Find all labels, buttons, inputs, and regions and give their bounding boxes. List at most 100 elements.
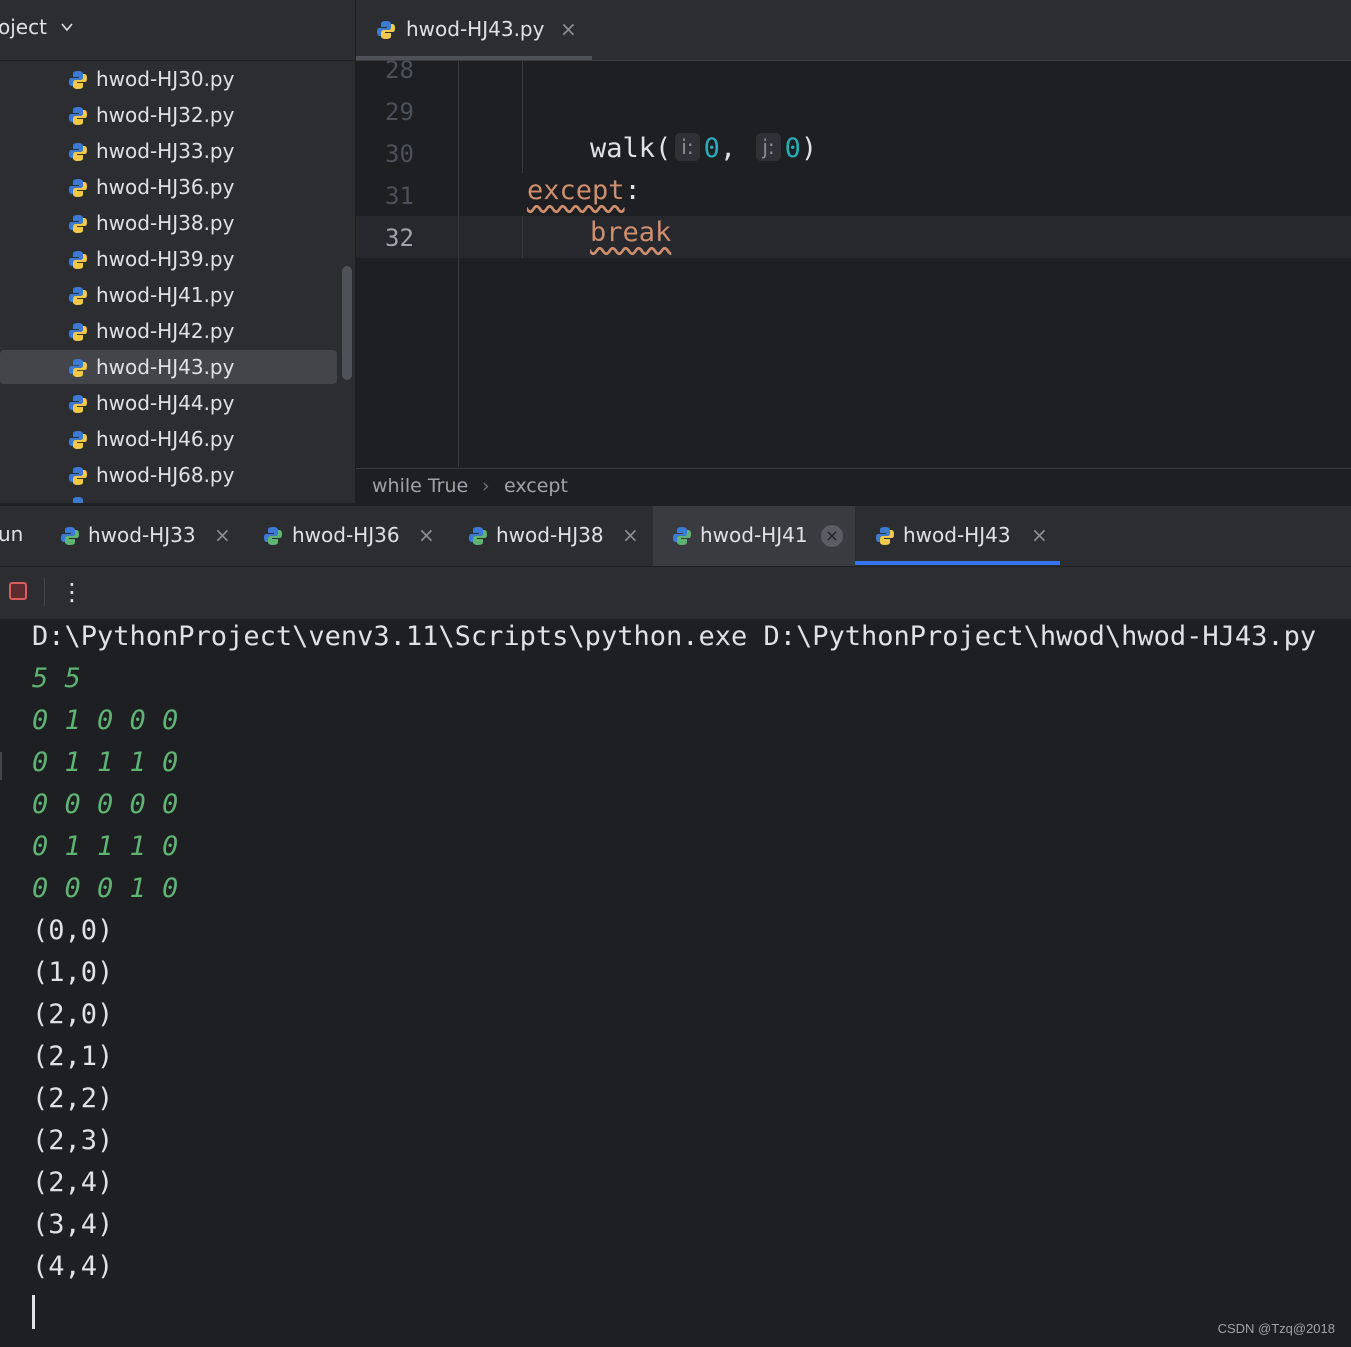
console-input-line: 5 5 xyxy=(32,663,81,694)
code-token: 0 xyxy=(703,133,720,164)
file-label: hwod-HJ36.py xyxy=(96,175,235,199)
file-label: hwod-HJ33.py xyxy=(96,139,235,163)
run-window-title: un xyxy=(0,522,24,546)
console-output-line: (1,0) xyxy=(32,957,114,988)
tree-item[interactable]: hwod-HJ32.py xyxy=(0,98,337,132)
tree-item[interactable]: hwod-HJ44.py xyxy=(0,386,337,420)
tree-item[interactable]: hwod-HJ68.py xyxy=(0,458,337,492)
tree-item[interactable]: hwod-HJ33.py xyxy=(0,134,337,168)
python-file-icon xyxy=(69,359,87,377)
file-label: hwod-HJ42.py xyxy=(96,319,235,343)
breadcrumb-separator: › xyxy=(482,475,490,497)
code-token: 0 xyxy=(784,133,801,164)
run-tab-hwod-hj41[interactable]: hwod-HJ41 × xyxy=(653,506,855,566)
file-label: hwod-HJ30.py xyxy=(96,67,235,91)
breadcrumb: while True › except xyxy=(356,468,1351,505)
keyword-token: except xyxy=(527,175,625,206)
editor-tab-bar: hwod-HJ43.py × xyxy=(356,0,1351,61)
tree-item[interactable]: hwod-HJ30.py xyxy=(0,62,337,96)
run-tab-label: hwod-HJ38 xyxy=(496,523,604,547)
code-line-except: except: xyxy=(527,175,641,206)
console-output-line: (3,4) xyxy=(32,1209,114,1240)
text-caret xyxy=(32,1295,35,1329)
run-tab-label: hwod-HJ36 xyxy=(292,523,400,547)
run-tab-hwod-hj43[interactable]: hwod-HJ43 × xyxy=(855,506,1060,566)
console-output-line: (2,0) xyxy=(32,999,114,1030)
current-line-highlight xyxy=(356,216,1351,258)
line-number-current: 32 xyxy=(385,224,414,252)
console-output[interactable] xyxy=(0,619,1351,1347)
python-file-icon xyxy=(69,395,87,413)
file-label: hwod-HJ41.py xyxy=(96,283,235,307)
file-label: hwod-HJ38.py xyxy=(96,211,235,235)
python-file-icon xyxy=(69,467,87,485)
close-icon[interactable]: × xyxy=(560,17,577,41)
tree-item[interactable]: hwod-HJ36.py xyxy=(0,170,337,204)
line-number: 29 xyxy=(385,98,414,126)
python-file-icon xyxy=(69,251,87,269)
run-tab-label: hwod-HJ33 xyxy=(88,523,196,547)
code-editor[interactable] xyxy=(356,61,1351,467)
python-file-icon xyxy=(69,323,87,341)
console-output-line: (2,1) xyxy=(32,1041,114,1072)
close-icon[interactable]: × xyxy=(1031,523,1048,547)
breadcrumb-item[interactable]: except xyxy=(504,475,568,497)
run-tab-hwod-hj33[interactable]: hwod-HJ33 × xyxy=(40,506,245,566)
file-label: hwod-HJ46.py xyxy=(96,427,235,451)
close-icon[interactable]: × xyxy=(418,523,435,547)
project-header: oject xyxy=(0,0,355,61)
code-token: : xyxy=(624,175,641,206)
python-file-icon xyxy=(69,179,87,197)
close-icon[interactable]: × xyxy=(821,525,843,547)
run-tab-hwod-hj36[interactable]: hwod-HJ36 × xyxy=(245,506,450,566)
line-number: 30 xyxy=(385,140,414,168)
line-number: 28 xyxy=(385,56,414,84)
run-toolbar xyxy=(0,566,1351,619)
tree-item[interactable]: hwod-HJ46.py xyxy=(0,422,337,456)
console-input-line: 0 1 1 1 0 xyxy=(32,747,179,778)
tree-item[interactable]: hwod-HJ41.py xyxy=(0,278,337,312)
code-token: walk( xyxy=(590,133,672,164)
python-file-icon xyxy=(68,496,88,503)
chevron-down-icon[interactable] xyxy=(60,20,74,34)
tree-item[interactable]: hwod-HJ42.py xyxy=(0,314,337,348)
code-line-walk: walk(i: 0, j: 0) xyxy=(590,133,817,164)
tree-item-selected[interactable]: hwod-HJ43.py xyxy=(0,350,337,384)
line-number: 31 xyxy=(385,182,414,210)
stop-icon[interactable] xyxy=(9,582,27,600)
console-input-line: 0 0 0 0 0 xyxy=(32,789,179,820)
project-panel: oject hwod-HJ30.py hwod-HJ32.py hwod-HJ3… xyxy=(0,0,355,503)
python-run-icon xyxy=(673,527,691,545)
console-input-line: 0 1 1 1 0 xyxy=(32,831,179,862)
run-tab-label: hwod-HJ43 xyxy=(903,523,1011,547)
code-token: , xyxy=(719,133,753,164)
project-title[interactable]: oject xyxy=(0,15,47,39)
close-icon[interactable]: × xyxy=(214,523,231,547)
python-run-icon xyxy=(264,527,282,545)
run-tab-bar: hwod-HJ33 × hwod-HJ36 × hwod-HJ38 × hwod… xyxy=(0,505,1351,566)
python-file-icon xyxy=(876,527,894,545)
console-output-line: (4,4) xyxy=(32,1251,114,1282)
close-icon[interactable]: × xyxy=(622,523,639,547)
tree-item[interactable]: hwod-HJ38.py xyxy=(0,206,337,240)
keyword-token: break xyxy=(590,217,672,248)
file-label: hwod-HJ44.py xyxy=(96,391,235,415)
file-label: hwod-HJ39.py xyxy=(96,247,235,271)
console-gutter-marker xyxy=(0,752,2,780)
tree-item[interactable]: hwod-HJ39.py xyxy=(0,242,337,276)
gutter-divider xyxy=(458,61,459,467)
editor-tab-label: hwod-HJ43.py xyxy=(406,17,545,41)
run-tab-hwod-hj38[interactable]: hwod-HJ38 × xyxy=(450,506,653,566)
python-file-icon xyxy=(69,107,87,125)
editor-tab-hwod-hj43[interactable]: hwod-HJ43.py × xyxy=(356,0,592,60)
more-options-icon[interactable]: ⋮ xyxy=(60,578,84,606)
python-file-icon xyxy=(69,143,87,161)
indent-guide xyxy=(522,61,523,173)
project-scrollbar[interactable] xyxy=(342,266,352,380)
file-label: hwod-HJ68.py xyxy=(96,463,235,487)
console-command-line: D:\PythonProject\venv3.11\Scripts\python… xyxy=(32,621,1317,652)
breadcrumb-item[interactable]: while True xyxy=(372,475,468,497)
toolbar-divider xyxy=(44,578,45,606)
file-label: hwod-HJ32.py xyxy=(96,103,235,127)
python-file-icon xyxy=(69,287,87,305)
